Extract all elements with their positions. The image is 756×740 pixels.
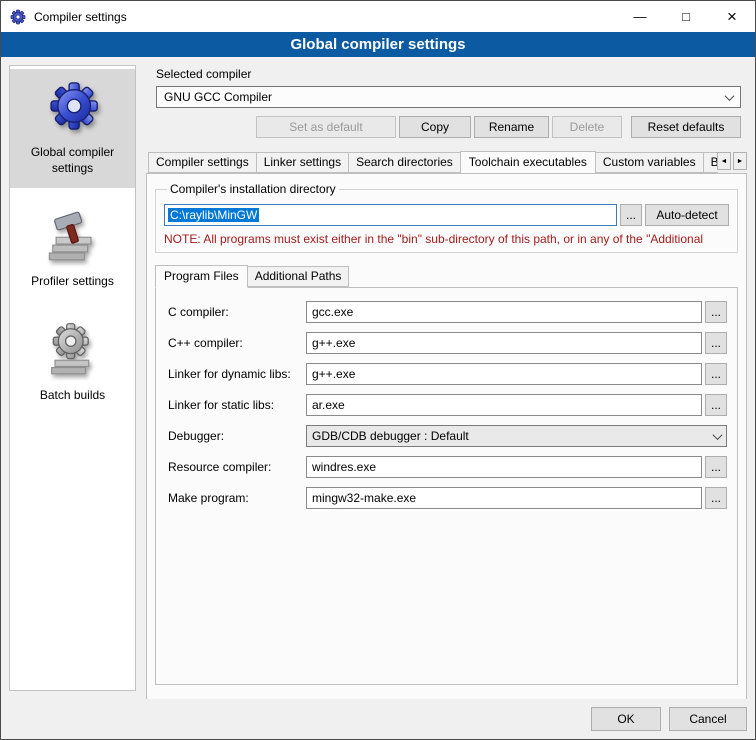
sidebar-item-label: Profiler settings [31,274,114,290]
form-row-resource-compiler: Resource compiler: windres.exe ... [168,456,727,478]
browse-button[interactable]: ... [705,363,727,385]
minimize-button[interactable]: — [617,1,663,32]
compiler-button-row: Set as default Copy Rename Delete Reset … [156,116,741,138]
compiler-settings-window: Compiler settings — □ × Global compiler … [0,0,756,740]
c-compiler-label: C compiler: [168,305,306,319]
category-sidebar: Global compiler settings Profiler settin… [9,65,136,691]
copy-button[interactable]: Copy [399,116,471,138]
tab-linker-settings[interactable]: Linker settings [256,152,349,173]
resource-compiler-label: Resource compiler: [168,460,306,474]
make-program-value: mingw32-make.exe [312,491,416,505]
dynamic-linker-label: Linker for dynamic libs: [168,367,306,381]
form-row-cpp-compiler: C++ compiler: g++.exe ... [168,332,727,354]
sidebar-item-profiler-settings[interactable]: Profiler settings [10,198,135,302]
installation-directory-legend: Compiler's installation directory [167,182,339,196]
tab-scroll-left-button[interactable]: ◄ [717,152,731,170]
browse-install-dir-button[interactable]: ... [620,204,642,226]
cpp-compiler-value: g++.exe [312,336,355,350]
tab-compiler-settings[interactable]: Compiler settings [148,152,257,173]
sidebar-item-global-compiler-settings[interactable]: Global compiler settings [10,69,135,188]
arrow-right-icon: ► [737,158,744,165]
arrow-left-icon: ◄ [721,158,728,165]
tab-toolchain-executables[interactable]: Toolchain executables [460,151,596,173]
cpp-compiler-input[interactable]: g++.exe [306,332,702,354]
dialog-footer: OK Cancel [1,699,755,739]
titlebar: Compiler settings — □ × [1,1,755,32]
gear-blue-icon [44,79,102,136]
installation-directory-groupbox: Compiler's installation directory C:\ray… [155,182,738,253]
main-panel: Selected compiler GNU GCC Compiler Set a… [146,65,747,702]
reset-defaults-button[interactable]: Reset defaults [631,116,741,138]
set-as-default-button: Set as default [256,116,396,138]
tab-custom-variables[interactable]: Custom variables [595,152,704,173]
profiler-tool-icon [46,208,100,265]
maximize-button[interactable]: □ [663,1,709,32]
ok-button[interactable]: OK [591,707,661,731]
install-dir-selected-text: C:\raylib\MinGW [168,208,259,222]
debugger-combobox[interactable]: GDB/CDB debugger : Default [306,425,727,447]
subtab-additional-paths[interactable]: Additional Paths [247,266,350,287]
installation-directory-row: C:\raylib\MinGW ... Auto-detect [164,204,729,226]
resource-compiler-input[interactable]: windres.exe [306,456,702,478]
maximize-icon: □ [682,9,690,24]
sidebar-item-label: Global compiler settings [14,145,131,176]
tab-scroll-arrows: ◄ ► [717,152,747,170]
dynamic-linker-value: g++.exe [312,367,355,381]
tab-search-directories[interactable]: Search directories [348,152,461,173]
tab-scroll-right-button[interactable]: ► [733,152,747,170]
tabs-clip: Compiler settings Linker settings Search… [148,151,718,173]
make-program-label: Make program: [168,491,306,505]
debugger-label: Debugger: [168,429,306,443]
install-dir-input[interactable]: C:\raylib\MinGW [164,204,617,226]
form-row-dynamic-linker: Linker for dynamic libs: g++.exe ... [168,363,727,385]
close-icon: × [727,7,737,27]
browse-button[interactable]: ... [705,456,727,478]
app-icon [10,9,26,25]
form-row-debugger: Debugger: GDB/CDB debugger : Default [168,425,727,447]
dynamic-linker-input[interactable]: g++.exe [306,363,702,385]
toolchain-executables-panel: Compiler's installation directory C:\ray… [146,173,747,702]
static-linker-input[interactable]: ar.exe [306,394,702,416]
close-button[interactable]: × [709,1,755,32]
make-program-input[interactable]: mingw32-make.exe [306,487,702,509]
selected-compiler-label: Selected compiler [156,67,747,81]
compiler-combobox-value: GNU GCC Compiler [164,90,272,104]
caption-buttons: — □ × [617,1,755,32]
static-linker-value: ar.exe [312,398,345,412]
program-files-tabstrip: Program Files Additional Paths [155,265,746,287]
dialog-header: Global compiler settings [1,32,755,57]
bin-subdirectory-note: NOTE: All programs must exist either in … [164,232,729,246]
chevron-down-icon [725,91,735,101]
settings-tabstrip: Compiler settings Linker settings Search… [146,151,747,173]
browse-button[interactable]: ... [705,394,727,416]
rename-button[interactable]: Rename [474,116,549,138]
tab-build-options[interactable]: Buil [703,152,718,173]
window-title: Compiler settings [34,10,127,24]
browse-button[interactable]: ... [705,301,727,323]
cancel-button[interactable]: Cancel [669,707,747,731]
browse-button[interactable]: ... [705,332,727,354]
subtab-program-files[interactable]: Program Files [155,265,248,288]
compiler-combobox[interactable]: GNU GCC Compiler [156,86,741,108]
minimize-icon: — [634,9,647,24]
delete-button: Delete [552,116,622,138]
browse-button[interactable]: ... [705,487,727,509]
sidebar-item-batch-builds[interactable]: Batch builds [10,312,135,416]
cpp-compiler-label: C++ compiler: [168,336,306,350]
c-compiler-value: gcc.exe [312,305,353,319]
resource-compiler-value: windres.exe [312,460,376,474]
static-linker-label: Linker for static libs: [168,398,306,412]
form-row-make-program: Make program: mingw32-make.exe ... [168,487,727,509]
debugger-value: GDB/CDB debugger : Default [312,429,469,443]
gear-gray-icon [46,322,100,379]
c-compiler-input[interactable]: gcc.exe [306,301,702,323]
auto-detect-button[interactable]: Auto-detect [645,204,729,226]
chevron-down-icon [713,430,723,440]
program-files-panel: C compiler: gcc.exe ... C++ compiler: g+… [155,287,738,685]
form-row-c-compiler: C compiler: gcc.exe ... [168,301,727,323]
form-row-static-linker: Linker for static libs: ar.exe ... [168,394,727,416]
sidebar-item-label: Batch builds [40,388,105,404]
